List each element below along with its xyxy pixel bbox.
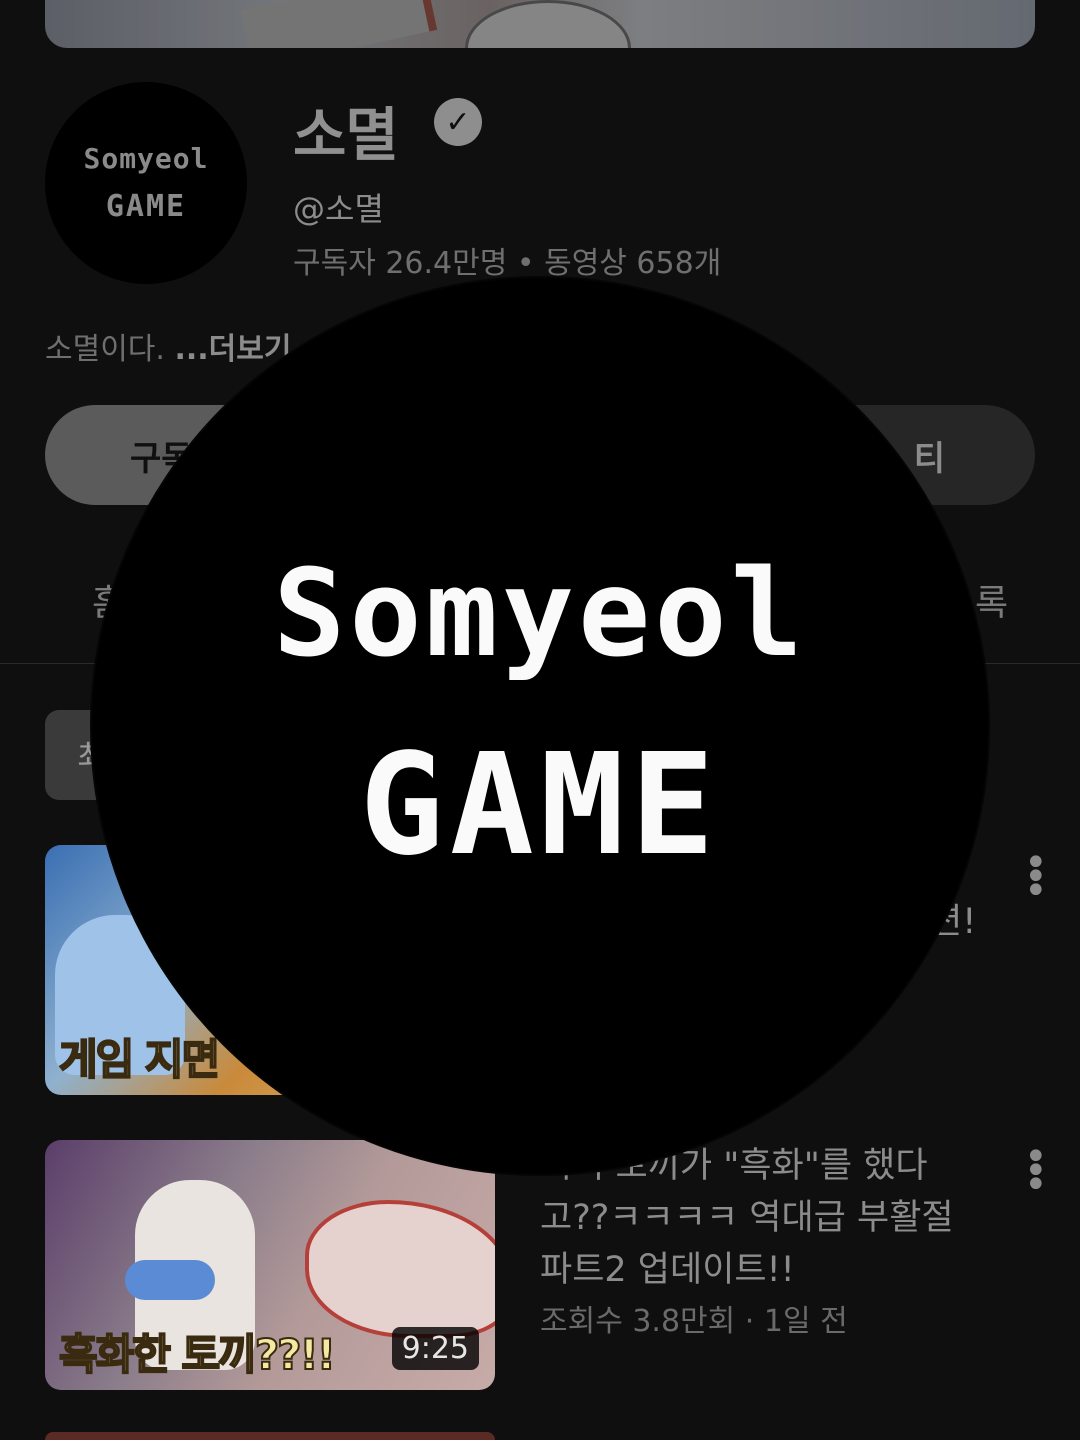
video-duration: 9:25 — [391, 1327, 479, 1370]
channel-name: 소멸 — [293, 101, 399, 169]
thumb-caption: 흑화한 토끼??!! — [58, 1329, 337, 1380]
channel-description[interactable]: 소멸이다. ...더보기 — [45, 324, 291, 368]
avatar-text-line1: Somyeol — [83, 142, 209, 175]
banner-art-weapon — [240, 0, 438, 48]
more-link[interactable]: ...더보기 — [174, 332, 291, 367]
thumb-caption: 게임 지면 — [58, 1034, 221, 1085]
video-thumbnail[interactable]: 흑화한 토끼??!! 9:25 — [45, 1140, 495, 1390]
banner-art-character — [465, 0, 631, 48]
video-meta: 조회수 3.8만회 · 1일 전 — [540, 1304, 848, 1339]
verified-check-icon: ✓ — [434, 98, 482, 146]
channel-logo-overlay[interactable]: Somyeol GAME — [92, 278, 988, 1174]
community-label: 티 — [913, 438, 945, 479]
channel-avatar[interactable]: Somyeol GAME — [45, 82, 247, 284]
more-vert-icon[interactable]: • • • — [1024, 843, 1048, 911]
tab-playlists[interactable]: 록 — [975, 574, 1008, 626]
overlay-logo-line2: GAME — [359, 724, 721, 887]
channel-handle: @소멸 — [293, 190, 384, 228]
avatar-text-line2: GAME — [105, 189, 187, 224]
more-vert-icon[interactable]: • • • — [1024, 1137, 1048, 1205]
description-text: 소멸이다. — [45, 332, 165, 367]
channel-stats: 구독자 26.4만명 • 동영상 658개 — [293, 246, 722, 281]
overlay-logo-line1: Somyeol — [273, 545, 807, 684]
next-video-thumbnail-edge[interactable] — [45, 1432, 495, 1440]
channel-banner[interactable] — [45, 0, 1035, 48]
thumb-bow — [125, 1260, 215, 1300]
thumb-creature — [305, 1200, 495, 1338]
